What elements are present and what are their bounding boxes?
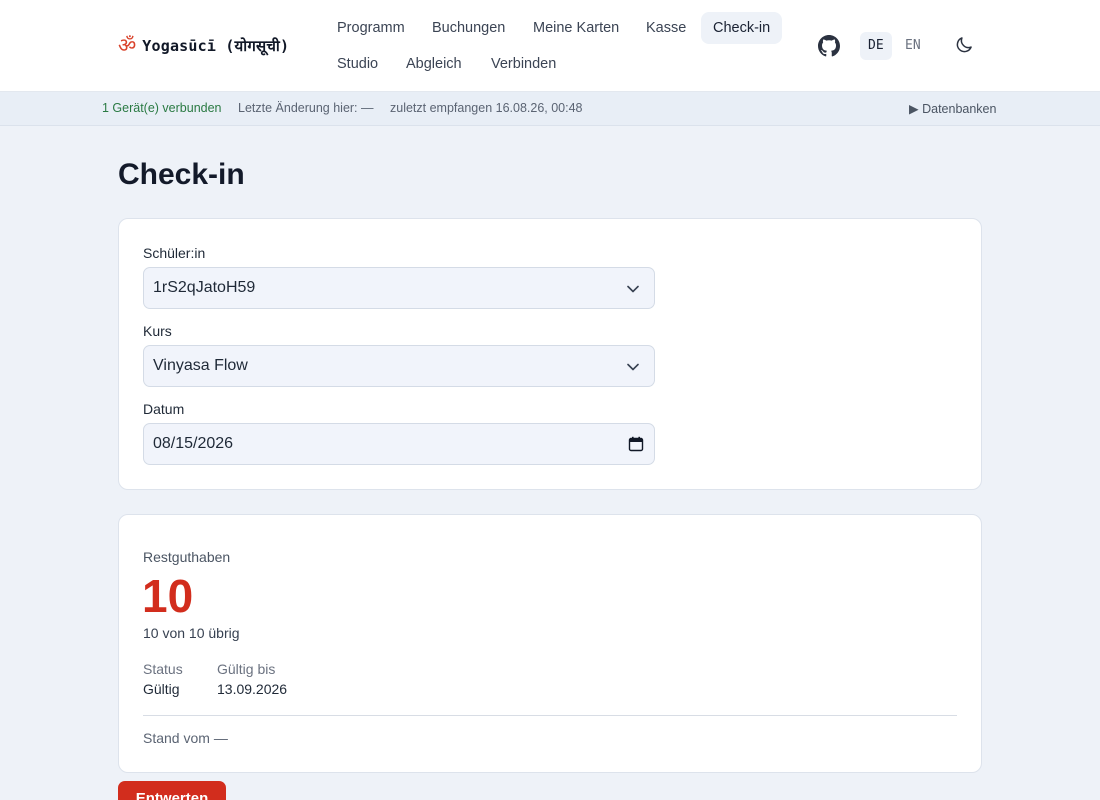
status-label: Status xyxy=(143,661,183,677)
balance-remaining-text: 10 von 10 übrig xyxy=(143,625,240,641)
status-value: Gültig xyxy=(143,681,180,697)
om-logo-icon: ॐ xyxy=(118,35,137,57)
top-header: ॐ Yogasūcī (योगसूची) Programm Buchungen … xyxy=(0,0,1100,92)
lang-de-button[interactable]: DE xyxy=(860,32,892,60)
as-of-text: Stand vom — xyxy=(143,730,228,746)
page-title: Check-in xyxy=(118,158,245,191)
chevron-down-icon xyxy=(627,363,639,371)
nav-verbinden[interactable]: Verbinden xyxy=(479,48,568,80)
databases-toggle[interactable]: ▶ Datenbanken xyxy=(909,101,996,116)
divider xyxy=(143,715,957,716)
student-select-value: 1rS2qJatoH59 xyxy=(153,279,256,296)
balance-card: Restguthaben 10 10 von 10 übrig Status G… xyxy=(118,514,982,773)
nav-meine-karten[interactable]: Meine Karten xyxy=(521,12,631,44)
date-input[interactable]: 08/15/2026 xyxy=(143,423,655,465)
sync-status-bar: 1 Gerät(e) verbunden Letzte Änderung hie… xyxy=(0,92,1100,126)
course-label: Kurs xyxy=(143,323,172,339)
moon-icon[interactable] xyxy=(954,35,974,55)
valid-until-value: 13.09.2026 xyxy=(217,681,288,697)
nav-programm[interactable]: Programm xyxy=(325,12,417,44)
devices-connected-status: 1 Gerät(e) verbunden xyxy=(102,101,222,115)
app-logo[interactable]: ॐ Yogasūcī (योगसूची) xyxy=(118,34,289,58)
balance-label: Restguthaben xyxy=(143,549,231,565)
course-select-value: Vinyasa Flow xyxy=(153,357,248,374)
nav-check-in[interactable]: Check-in xyxy=(701,12,783,44)
course-select[interactable]: Vinyasa Flow xyxy=(143,345,655,387)
nav-kasse[interactable]: Kasse xyxy=(634,12,698,44)
nav-buchungen[interactable]: Buchungen xyxy=(420,12,517,44)
nav-studio[interactable]: Studio xyxy=(325,48,390,80)
app-title: Yogasūcī (योगसूची) xyxy=(142,37,290,55)
student-select[interactable]: 1rS2qJatoH59 xyxy=(143,267,655,309)
date-input-value: 08/15/2026 xyxy=(153,435,234,452)
balance-value: 10 xyxy=(142,570,194,622)
github-icon[interactable] xyxy=(818,35,840,57)
chevron-down-icon xyxy=(627,285,639,293)
last-change-status: Letzte Änderung hier: — xyxy=(238,101,374,115)
valid-until-label: Gültig bis xyxy=(217,661,276,677)
nav-abgleich[interactable]: Abgleich xyxy=(394,48,474,80)
date-label: Datum xyxy=(143,401,185,417)
lang-en-button[interactable]: EN xyxy=(897,32,929,60)
last-received-status: zuletzt empfangen 16.08.26, 00:48 xyxy=(390,101,583,115)
student-label: Schüler:in xyxy=(143,245,206,261)
calendar-icon[interactable] xyxy=(628,436,644,452)
devalue-button[interactable]: Entwerten xyxy=(118,781,226,800)
checkin-form-card: Schüler:in 1rS2qJatoH59 Kurs Vinyasa Flo… xyxy=(118,218,982,490)
